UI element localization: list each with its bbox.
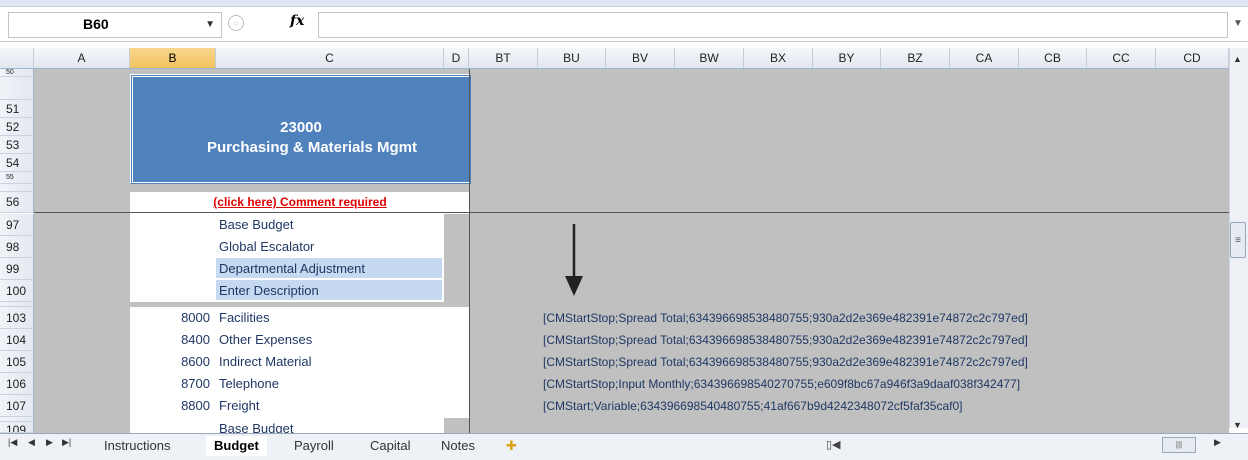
tab-instructions[interactable]: Instructions <box>104 436 170 456</box>
down-arrow-icon <box>565 224 583 296</box>
tab-notes[interactable]: Notes <box>441 436 475 456</box>
row-header[interactable]: 50 <box>0 69 34 77</box>
account-code[interactable]: 8800 <box>132 398 210 413</box>
column-header-b[interactable]: B <box>130 48 216 68</box>
row-header[interactable]: 100 <box>0 280 34 302</box>
tab-budget[interactable]: Budget <box>206 436 267 456</box>
column-header-cd[interactable]: CD <box>1156 48 1229 68</box>
column-d-grey <box>444 214 469 302</box>
column-a-area <box>34 69 130 433</box>
scroll-up-icon[interactable]: ▲ <box>1233 54 1242 64</box>
tab-capital[interactable]: Capital <box>370 436 410 456</box>
mid-grey-strip <box>130 183 469 192</box>
column-header-c[interactable]: C <box>216 48 444 68</box>
prev-sheet-icon[interactable]: ◀ <box>28 437 35 448</box>
budget-line-label[interactable]: Global Escalator <box>219 239 314 254</box>
account-name[interactable]: Other Expenses <box>219 332 312 347</box>
account-code[interactable]: 8600 <box>132 354 210 369</box>
row-header[interactable]: 56 <box>0 192 34 213</box>
cm-tag[interactable]: [CMStartStop;Spread Total;63439669853848… <box>543 355 1028 369</box>
column-header-bu[interactable]: BU <box>538 48 606 68</box>
column-header-by[interactable]: BY <box>813 48 881 68</box>
cm-tag[interactable]: [CMStart;Variable;634396698540480755;41a… <box>543 399 962 413</box>
scroll-right-icon[interactable]: ▶ <box>1214 437 1221 448</box>
row-header[interactable]: 55 <box>0 172 34 184</box>
column-header-bz[interactable]: BZ <box>881 48 950 68</box>
insert-function-button[interactable]: fx <box>290 13 304 29</box>
column-b-white <box>130 214 216 302</box>
row-header[interactable]: 107 <box>0 395 34 417</box>
insert-sheet-icon[interactable]: ✚ <box>506 436 517 456</box>
row-header[interactable]: 106 <box>0 373 34 395</box>
column-header-cc[interactable]: CC <box>1087 48 1156 68</box>
comment-link[interactable]: (click here) Comment required <box>132 193 468 211</box>
hidden-rows-strip <box>130 302 469 307</box>
name-box[interactable]: B60 ▼ <box>8 12 222 38</box>
sheet-tab-bar <box>0 433 1248 460</box>
row-header-blank <box>0 77 34 100</box>
row-header[interactable]: 104 <box>0 329 34 351</box>
account-code[interactable]: 8400 <box>132 332 210 347</box>
row-header[interactable]: 103 <box>0 307 34 329</box>
cancel-icon[interactable]: ○ <box>228 15 244 31</box>
cm-tag[interactable]: [CMStartStop;Spread Total;63439669853848… <box>543 311 1028 325</box>
department-name: Purchasing & Materials Mgmt <box>206 139 418 156</box>
column-d-grey <box>444 418 469 433</box>
budget-line-label[interactable]: Base Budget <box>219 217 293 232</box>
row-header[interactable]: 98 <box>0 236 34 258</box>
cm-tag[interactable]: [CMStartStop;Input Monthly;6343966985402… <box>543 377 1020 391</box>
column-header-bx[interactable]: BX <box>744 48 813 68</box>
tab-payroll[interactable]: Payroll <box>294 436 334 456</box>
ribbon-edge <box>0 0 1248 7</box>
column-header-bt[interactable]: BT <box>469 48 538 68</box>
scroll-down-icon[interactable]: ▼ <box>1233 420 1242 430</box>
first-sheet-icon[interactable]: |◀ <box>8 437 17 448</box>
row-header[interactable]: 53 <box>0 136 34 154</box>
column-header-a[interactable]: A <box>34 48 130 68</box>
horizontal-scroll-thumb[interactable]: ||| <box>1162 437 1196 453</box>
row-header[interactable]: 51 <box>0 100 34 118</box>
select-all-corner[interactable] <box>0 48 34 68</box>
column-header-bv[interactable]: BV <box>606 48 675 68</box>
next-sheet-icon[interactable]: ▶ <box>46 437 53 448</box>
row-header-blank <box>0 184 34 192</box>
account-code[interactable]: 8000 <box>132 310 210 325</box>
department-code: 23000 <box>280 119 322 136</box>
horizontal-freeze-line <box>34 212 1229 213</box>
budget-line-label: Enter Description <box>219 283 319 298</box>
budget-line-label: Departmental Adjustment <box>219 261 365 276</box>
account-name[interactable]: Indirect Material <box>219 354 311 369</box>
column-header-bw[interactable]: BW <box>675 48 744 68</box>
row-header[interactable]: 97 <box>0 214 34 236</box>
scroll-thumb[interactable]: ≡ <box>1230 222 1246 258</box>
account-code[interactable]: 8700 <box>132 376 210 391</box>
account-name[interactable]: Telephone <box>219 376 279 391</box>
account-name[interactable]: Facilities <box>219 310 270 325</box>
department-title-box: 23000 Purchasing & Materials Mgmt <box>132 76 470 183</box>
expand-formula-bar-icon[interactable]: ▼ <box>1230 12 1246 36</box>
account-name[interactable]: Freight <box>219 398 259 413</box>
row-header[interactable]: 105 <box>0 351 34 373</box>
tab-splitter-icon[interactable]: ▯◀ <box>826 438 841 451</box>
formula-input[interactable] <box>318 12 1228 38</box>
row-header[interactable]: 99 <box>0 258 34 280</box>
column-header-ca[interactable]: CA <box>950 48 1019 68</box>
chevron-down-icon[interactable]: ▼ <box>205 19 215 30</box>
last-sheet-icon[interactable]: ▶| <box>62 437 71 448</box>
vertical-freeze-line <box>469 69 470 433</box>
cm-tag[interactable]: [CMStartStop;Spread Total;63439669853848… <box>543 333 1028 347</box>
row-header[interactable]: 109 <box>0 422 34 433</box>
row-header[interactable]: 52 <box>0 118 34 136</box>
column-header-d[interactable]: D <box>444 48 469 68</box>
row-header[interactable]: 54 <box>0 154 34 172</box>
column-header-cb[interactable]: CB <box>1019 48 1087 68</box>
name-box-value: B60 <box>83 16 109 32</box>
top-grey-strip <box>130 69 469 74</box>
